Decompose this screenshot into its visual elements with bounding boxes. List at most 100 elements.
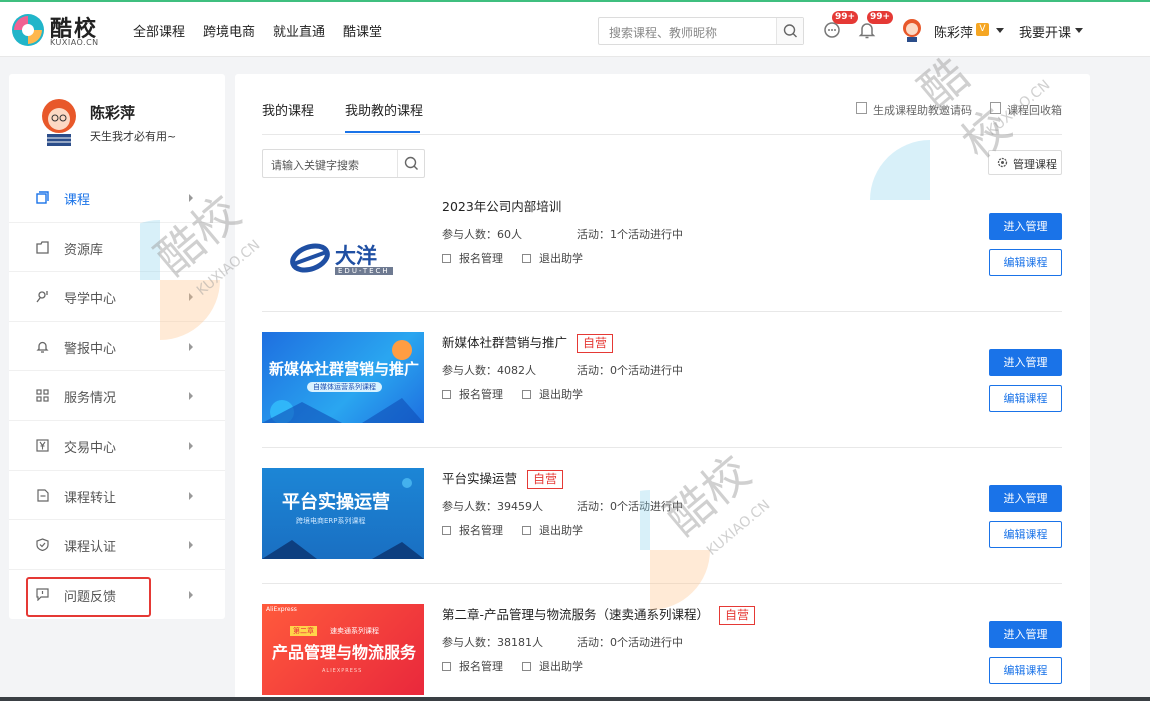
- course-thumbnail[interactable]: 平台实操运营 跨境电商ERP系列课程: [262, 468, 424, 559]
- open-course-chevron-icon[interactable]: [1075, 28, 1083, 33]
- thumb-sub: 自媒体运营系列课程: [307, 382, 382, 392]
- enter-manage-button[interactable]: 进入管理: [989, 485, 1062, 512]
- quit-assist-link[interactable]: 退出助学: [522, 250, 583, 266]
- sidebar: 陈彩萍 天生我才必有用~ 课程 资源库 导学中心 警报中心 服务情况 交易中心 …: [9, 74, 225, 619]
- active-tab-indicator: [345, 131, 420, 133]
- messages-badge: 99+: [832, 11, 859, 24]
- signup-manage-link[interactable]: 报名管理: [442, 386, 503, 402]
- course-thumbnail[interactable]: 新媒体社群营销与推广 自媒体运营系列课程: [262, 332, 424, 423]
- profile-name: 陈彩萍: [90, 104, 136, 122]
- sidebar-item-trade[interactable]: 交易中心: [9, 421, 225, 471]
- enter-manage-button[interactable]: 进入管理: [989, 213, 1062, 240]
- course-title[interactable]: 2023年公司内部培训: [442, 199, 561, 214]
- sidebar-item-label: 课程: [64, 193, 91, 208]
- chevron-right-icon: [189, 590, 193, 599]
- logo-subtext: KUXIAO.CN: [50, 38, 99, 47]
- nav-all-courses[interactable]: 全部课程: [133, 21, 185, 40]
- signup-manage-link[interactable]: 报名管理: [442, 658, 503, 674]
- edit-course-button[interactable]: 编辑课程: [989, 657, 1062, 684]
- search-button[interactable]: [776, 18, 803, 44]
- thumb-foot: ALIEXPRESS: [322, 668, 363, 674]
- user-menu-chevron-icon[interactable]: [996, 28, 1004, 33]
- keyword-search-input[interactable]: 请输入关键字搜索: [262, 149, 425, 178]
- sidebar-item-service[interactable]: 服务情况: [9, 371, 225, 421]
- bell-icon: [36, 341, 49, 353]
- tab-my-courses[interactable]: 我的课程: [262, 100, 314, 119]
- self-operated-tag: 自营: [719, 606, 756, 625]
- notifications-badge: 99+: [867, 11, 894, 24]
- sidebar-item-alerts[interactable]: 警报中心: [9, 322, 225, 372]
- activity-status: 活动：0个活动进行中: [577, 500, 683, 513]
- sidebar-item-label: 警报中心: [64, 341, 117, 357]
- recycle-bin-link[interactable]: 课程回收箱: [1007, 102, 1062, 118]
- generate-invite-code-link[interactable]: 生成课程助教邀请码: [873, 102, 972, 118]
- thumb-brand: AliExpress: [266, 606, 297, 613]
- avatar[interactable]: [901, 18, 923, 42]
- nav-jobs[interactable]: 就业直通: [273, 21, 325, 40]
- course-title[interactable]: 第二章-产品管理与物流服务（速卖通系列课程）: [442, 607, 709, 622]
- keyword-search-button[interactable]: [397, 150, 424, 177]
- quit-assist-link[interactable]: 退出助学: [522, 522, 583, 538]
- quit-icon: [522, 254, 531, 263]
- messages-button[interactable]: 99+: [822, 11, 859, 40]
- nav-cross-border[interactable]: 跨境电商: [203, 21, 255, 40]
- course-title[interactable]: 平台实操运营: [442, 471, 517, 486]
- signup-manage-link[interactable]: 报名管理: [442, 250, 503, 266]
- signup-label: 报名管理: [459, 660, 503, 673]
- signup-manage-link[interactable]: 报名管理: [442, 522, 503, 538]
- course-item: 新媒体社群营销与推广 自媒体运营系列课程 新媒体社群营销与推广 自营 参与人数：4…: [262, 312, 1062, 448]
- sidebar-item-transfer[interactable]: 课程转让: [9, 471, 225, 521]
- participants: 参与人数：38181人: [442, 636, 543, 649]
- guide-icon: [36, 291, 48, 303]
- course-tabs: 我的课程 我助教的课程 生成课程助教邀请码 课程回收箱: [262, 74, 1062, 135]
- sidebar-item-course[interactable]: 课程: [9, 173, 225, 223]
- edit-course-button[interactable]: 编辑课程: [989, 385, 1062, 412]
- edit-course-button[interactable]: 编辑课程: [989, 521, 1062, 548]
- sidebar-item-label: 课程转让: [64, 490, 117, 506]
- signup-label: 报名管理: [459, 524, 503, 537]
- tab-assistant-courses[interactable]: 我助教的课程: [345, 100, 423, 119]
- course-icon: [36, 191, 49, 204]
- sidebar-item-label: 资源库: [64, 242, 104, 258]
- sidebar-item-certify[interactable]: 课程认证: [9, 520, 225, 570]
- signup-label: 报名管理: [459, 388, 503, 401]
- manage-courses-button[interactable]: 管理课程: [988, 150, 1062, 175]
- course-title[interactable]: 新媒体社群营销与推广: [442, 335, 567, 350]
- manage-courses-label: 管理课程: [1013, 158, 1057, 171]
- enter-manage-button[interactable]: 进入管理: [989, 349, 1062, 376]
- sidebar-item-label: 交易中心: [64, 440, 117, 456]
- quit-assist-link[interactable]: 退出助学: [522, 386, 583, 402]
- signup-label: 报名管理: [459, 252, 503, 265]
- search-input[interactable]: 搜索课程、教师昵称: [598, 17, 804, 45]
- profile-avatar: [42, 99, 76, 146]
- chevron-right-icon: [189, 194, 193, 202]
- notifications-button[interactable]: 99+: [857, 11, 894, 40]
- sidebar-item-label: 课程认证: [64, 540, 117, 556]
- nav-classroom[interactable]: 酷课堂: [343, 21, 382, 40]
- search-icon: [404, 156, 418, 170]
- chevron-right-icon: [189, 441, 193, 450]
- course-thumbnail[interactable]: AliExpress 第二章 速卖通系列课程 产品管理与物流服务 ALIEXPR…: [262, 604, 424, 695]
- activity-status: 活动：0个活动进行中: [577, 364, 683, 377]
- course-item: 大洋 EDU-TECH 2023年公司内部培训 参与人数：60人 活动：1个活动…: [262, 176, 1062, 312]
- search-placeholder: 搜索课程、教师昵称: [609, 26, 718, 40]
- quit-icon: [522, 662, 531, 671]
- thumb-sub: EDU-TECH: [335, 267, 393, 275]
- chevron-right-icon: [189, 491, 193, 500]
- quit-label: 退出助学: [539, 524, 583, 537]
- thumb-title: 产品管理与物流服务: [272, 643, 417, 662]
- brand-logo[interactable]: 酷校 KUXIAO.CN: [10, 10, 120, 50]
- search-icon: [783, 24, 797, 38]
- sidebar-item-resources[interactable]: 资源库: [9, 223, 225, 273]
- edit-course-button[interactable]: 编辑课程: [989, 249, 1062, 276]
- signup-icon: [442, 662, 451, 671]
- profile-motto: 天生我才必有用~: [90, 130, 177, 143]
- course-thumbnail[interactable]: 大洋 EDU-TECH: [262, 196, 424, 287]
- top-navbar: 酷校 KUXIAO.CN 全部课程 跨境电商 就业直通 酷课堂 搜索课程、教师昵…: [0, 0, 1150, 57]
- quit-assist-link[interactable]: 退出助学: [522, 658, 583, 674]
- username[interactable]: 陈彩萍: [934, 22, 973, 41]
- open-course-button[interactable]: 我要开课: [1019, 22, 1071, 41]
- enter-manage-button[interactable]: 进入管理: [989, 621, 1062, 648]
- highlight-box: [26, 577, 151, 617]
- sidebar-item-guide[interactable]: 导学中心: [9, 272, 225, 322]
